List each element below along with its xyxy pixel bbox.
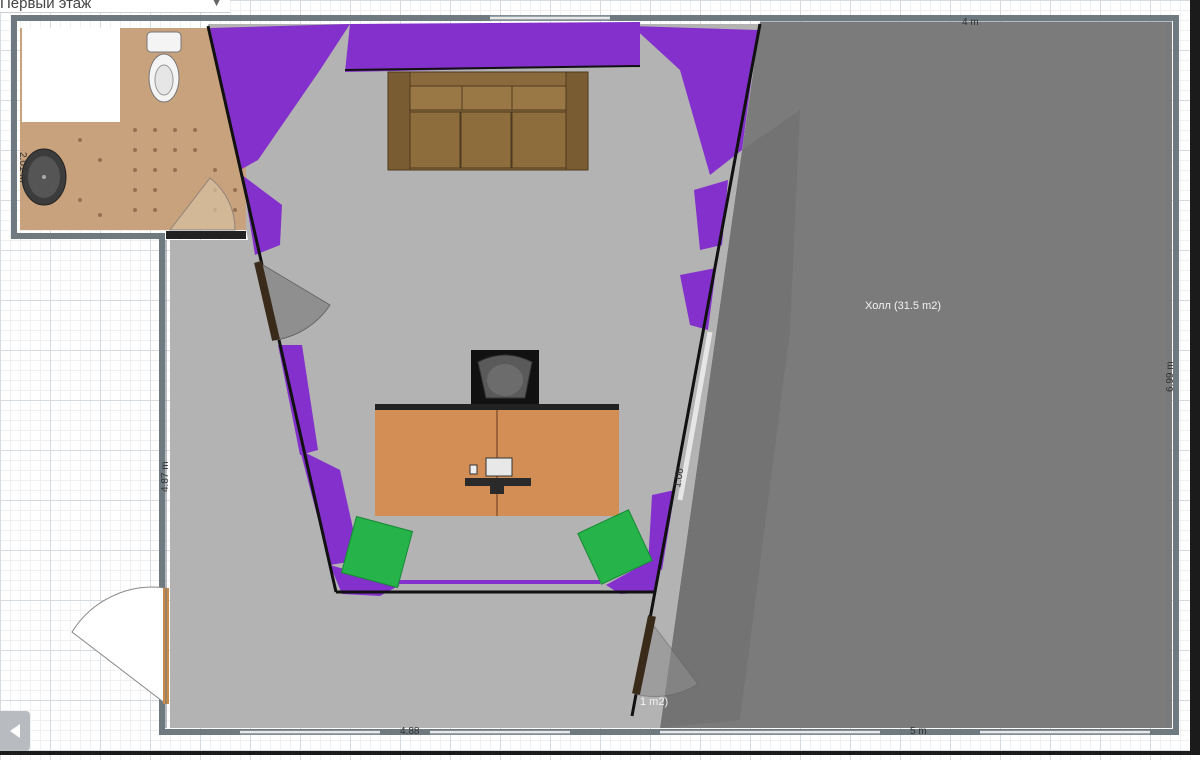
floor-selector-label: Первый этаж	[0, 0, 92, 12]
window-edge-bottom	[0, 751, 1200, 755]
dim-top-right: 4 m	[962, 17, 979, 28]
dim-bottom-left: 4.88	[400, 726, 420, 737]
chevron-left-icon	[10, 724, 20, 738]
floor-plan-canvas[interactable]: 4 m 6.99 m 2.01 m 4.87 m 4.88 5 m 1.06 Х…	[0, 0, 1200, 755]
sofa-icon[interactable]	[387, 71, 589, 171]
dim-bottom-right: 5 m	[910, 726, 927, 737]
scroll-left-button[interactable]	[0, 711, 30, 751]
dim-right: 6.99 m	[1165, 361, 1176, 392]
floor-selector[interactable]: Первый этаж ▼	[0, 0, 231, 13]
bathroom-white-panel	[22, 28, 120, 122]
window-edge-right	[1190, 0, 1200, 755]
dim-bathroom-left: 2.01 m	[17, 152, 28, 183]
toilet-icon[interactable]	[146, 31, 182, 103]
chevron-down-icon: ▼	[211, 0, 223, 9]
dim-left: 4.87 m	[160, 461, 171, 492]
door-entrance[interactable]	[71, 586, 169, 706]
chair-icon[interactable]	[471, 350, 539, 406]
room-label-hall[interactable]: Холл (31.5 m2)	[865, 300, 941, 312]
room-label-small[interactable]: 1 m2)	[640, 696, 668, 708]
